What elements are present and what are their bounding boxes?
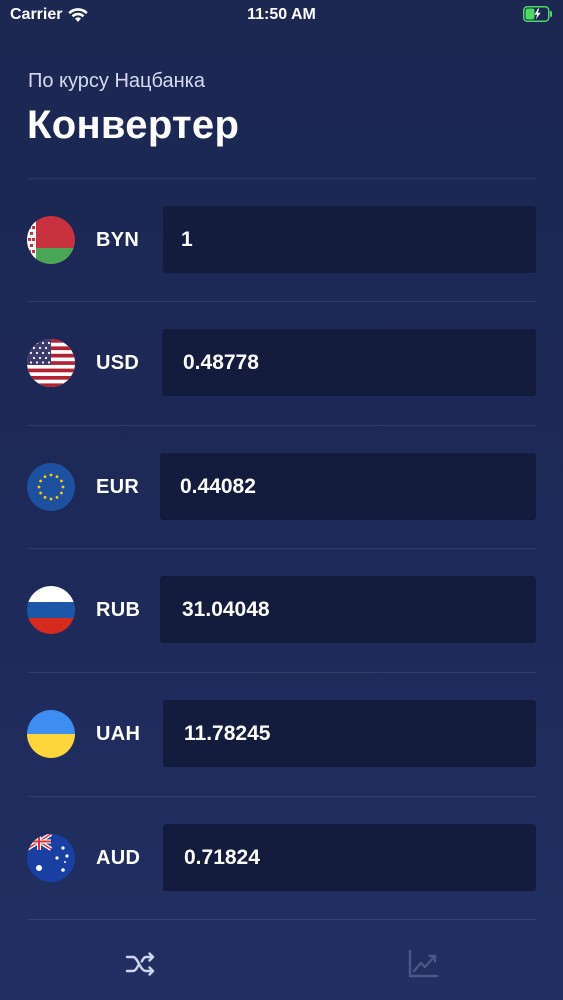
flag-usa-icon — [27, 339, 75, 387]
divider — [28, 919, 536, 920]
currency-row-eur: EUR 0.44082 — [0, 425, 563, 549]
currency-row-uah: UAH 11.78245 — [0, 672, 563, 796]
currency-row-usd: USD 0.48778 — [0, 301, 563, 425]
currency-code-byn: BYN — [96, 229, 140, 251]
flag-russia-icon — [27, 586, 75, 634]
tab-bar — [0, 930, 563, 1000]
flag-australia-icon — [27, 834, 75, 882]
currency-row-byn: BYN 1 — [0, 178, 563, 302]
status-time: 11:50 AM — [247, 6, 316, 23]
currency-code-usd: USD — [96, 352, 140, 374]
shuffle-icon — [125, 952, 155, 976]
page-title: Конвертер — [27, 103, 240, 147]
currency-code-uah: UAH — [96, 723, 141, 745]
amount-input-uah[interactable]: 11.78245 — [163, 700, 536, 767]
flag-eu-icon — [27, 463, 75, 511]
status-bar: Carrier 11:50 AM — [0, 0, 563, 30]
currency-row-aud: AUD 0.71824 — [0, 796, 563, 920]
tab-converter[interactable] — [121, 944, 161, 984]
currency-code-aud: AUD — [96, 847, 141, 869]
flag-belarus-icon — [27, 216, 75, 264]
amount-input-eur[interactable]: 0.44082 — [160, 453, 536, 520]
amount-input-usd[interactable]: 0.48778 — [162, 329, 536, 396]
flag-ukraine-icon — [27, 710, 75, 758]
tab-chart[interactable] — [403, 944, 443, 984]
amount-input-byn[interactable]: 1 — [163, 206, 536, 273]
chart-icon — [408, 949, 439, 978]
battery-charging-icon — [523, 6, 552, 22]
amount-input-aud[interactable]: 0.71824 — [163, 824, 536, 891]
page-subtitle: По курсу Нацбанка — [28, 70, 205, 92]
currency-row-rub: RUB 31.04048 — [0, 548, 563, 672]
amount-input-rub[interactable]: 31.04048 — [160, 576, 536, 643]
currency-code-eur: EUR — [96, 476, 140, 498]
currency-code-rub: RUB — [96, 599, 141, 621]
